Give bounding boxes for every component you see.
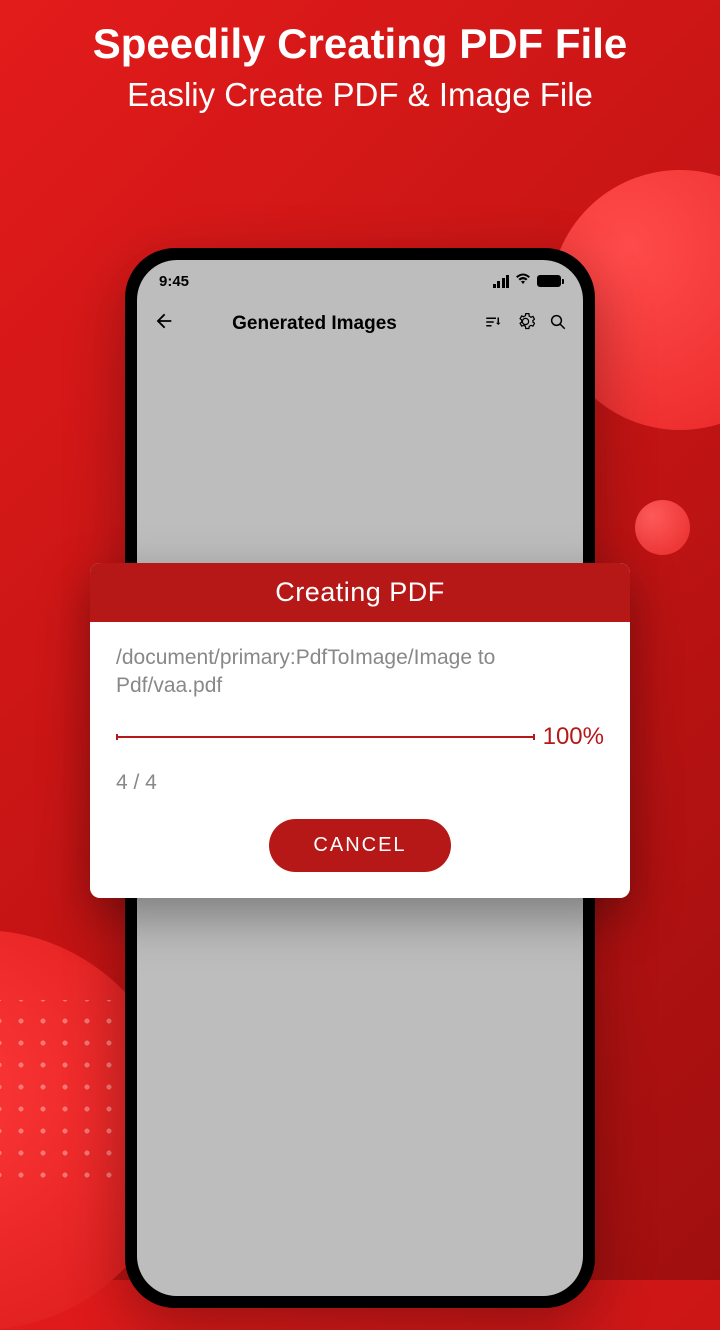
dialog-body: /document/primary:PdfToImage/Image to Pd…: [90, 622, 630, 898]
app-header: Generated Images: [137, 298, 583, 350]
wifi-icon: [515, 272, 531, 290]
cellular-signal-icon: [493, 275, 510, 288]
bg-circle-small: [635, 500, 690, 555]
gear-icon[interactable]: [516, 312, 535, 336]
status-icons: [493, 272, 562, 290]
battery-icon: [537, 275, 561, 287]
cancel-button[interactable]: CANCEL: [269, 819, 450, 872]
page-count-text: 4 / 4: [116, 771, 604, 795]
status-bar: 9:45: [137, 260, 583, 298]
creating-pdf-dialog: Creating PDF /document/primary:PdfToImag…: [90, 563, 630, 898]
progress-percent: 100%: [543, 723, 604, 751]
promo-title: Speedily Creating PDF File: [0, 20, 720, 68]
sort-icon[interactable]: [484, 313, 502, 336]
progress-row: 100%: [116, 723, 604, 751]
search-icon[interactable]: [549, 313, 567, 336]
header-actions: [484, 312, 567, 336]
header-title: Generated Images: [163, 313, 466, 335]
progress-bar: [116, 736, 535, 738]
status-time: 9:45: [159, 273, 189, 290]
dialog-title: Creating PDF: [90, 563, 630, 622]
promo-subtitle: Easliy Create PDF & Image File: [0, 76, 720, 114]
promo-section: Speedily Creating PDF File Easliy Create…: [0, 0, 720, 114]
file-path-text: /document/primary:PdfToImage/Image to Pd…: [116, 644, 604, 701]
